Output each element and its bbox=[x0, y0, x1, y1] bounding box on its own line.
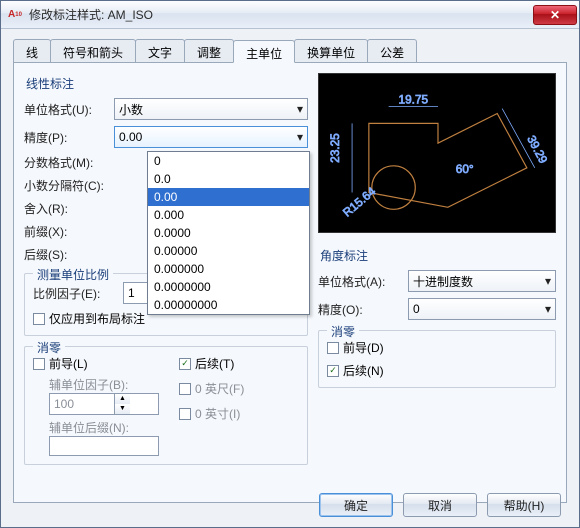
chevron-down-icon: ▾ bbox=[535, 274, 551, 288]
left-column: 线性标注 单位格式(U): 小数▾ 精度(P): 0.00▾ 分数格式(M): … bbox=[24, 73, 308, 492]
precision-option[interactable]: 0.000000 bbox=[148, 260, 309, 278]
button-row: 确定 取消 帮助(H) bbox=[319, 493, 561, 517]
svg-text:39.29: 39.29 bbox=[524, 133, 550, 166]
zero-group-title: 消零 bbox=[33, 339, 65, 356]
dialog-title: 修改标注样式: AM_ISO bbox=[29, 6, 533, 23]
precision-label: 精度(P): bbox=[24, 129, 114, 146]
ang-precision-label: 精度(O): bbox=[318, 301, 408, 318]
tab-lines[interactable]: 线 bbox=[13, 39, 51, 62]
prefix-label: 前缀(X): bbox=[24, 223, 114, 240]
ang-leading-checkbox[interactable]: 前导(D) bbox=[327, 339, 547, 356]
sub-factor-input bbox=[50, 397, 114, 411]
unit-format-select[interactable]: 小数 ▾ bbox=[114, 98, 308, 120]
precision-option[interactable]: 0.00000000 bbox=[148, 296, 309, 314]
layout-only-label: 仅应用到布局标注 bbox=[49, 310, 145, 327]
angular-group-title: 角度标注 bbox=[320, 247, 556, 264]
precision-option[interactable]: 0 bbox=[148, 152, 309, 170]
tab-pane: 线性标注 单位格式(U): 小数▾ 精度(P): 0.00▾ 分数格式(M): … bbox=[13, 63, 567, 503]
precision-dropdown[interactable]: 0 0.0 0.00 0.000 0.0000 0.00000 0.000000… bbox=[147, 151, 310, 315]
unit-format-value: 小数 bbox=[119, 101, 143, 118]
scale-group-title: 测量单位比例 bbox=[33, 266, 113, 283]
sub-suffix-label: 辅单位后缀(N): bbox=[49, 419, 159, 436]
ang-unit-select[interactable]: 十进制度数 ▾ bbox=[408, 270, 556, 292]
leading-checkbox[interactable]: 前导(L) bbox=[33, 355, 159, 372]
ang-precision-value: 0 bbox=[413, 302, 420, 316]
cancel-button[interactable]: 取消 bbox=[403, 493, 477, 517]
chevron-down-icon: ▾ bbox=[287, 102, 303, 116]
fraction-format-label: 分数格式(M): bbox=[24, 154, 114, 171]
ang-precision-select[interactable]: 0▾ bbox=[408, 298, 556, 320]
trailing-checkbox[interactable]: ✓ 后续(T) bbox=[179, 355, 299, 372]
checkbox-icon bbox=[179, 383, 191, 395]
sub-factor-label: 辅单位因子(B): bbox=[49, 376, 159, 393]
svg-text:60°: 60° bbox=[456, 162, 474, 176]
feet-checkbox: 0 英尺(F) bbox=[179, 380, 299, 397]
roundoff-label: 舍入(R): bbox=[24, 200, 114, 217]
feet-label: 0 英尺(F) bbox=[195, 380, 244, 397]
spinner-up-icon: ▲ bbox=[115, 394, 130, 404]
checkbox-icon bbox=[327, 342, 339, 354]
sub-factor-spinner: ▲▼ bbox=[49, 393, 159, 415]
inches-checkbox: 0 英寸(I) bbox=[179, 405, 299, 422]
svg-text:23.25: 23.25 bbox=[328, 133, 342, 163]
content-area: 线 符号和箭头 文字 调整 主单位 换算单位 公差 线性标注 单位格式(U): … bbox=[1, 29, 579, 527]
title-bar: A10 修改标注样式: AM_ISO ✕ bbox=[1, 1, 579, 29]
checkbox-icon bbox=[33, 358, 45, 370]
decimal-sep-label: 小数分隔符(C): bbox=[24, 177, 114, 194]
ang-trailing-checkbox[interactable]: ✓ 后续(N) bbox=[327, 362, 547, 379]
ang-zero-group: 消零 前导(D) ✓后续(N) bbox=[318, 330, 556, 388]
tab-tolerances[interactable]: 公差 bbox=[367, 39, 417, 62]
ang-trailing-label: 后续(N) bbox=[343, 362, 384, 379]
svg-text:R15.64: R15.64 bbox=[340, 184, 379, 220]
scale-factor-label: 比例因子(E): bbox=[33, 285, 123, 302]
ang-leading-label: 前导(D) bbox=[343, 339, 384, 356]
ang-unit-value: 十进制度数 bbox=[413, 273, 473, 290]
tab-symbols[interactable]: 符号和箭头 bbox=[50, 39, 136, 62]
preview-canvas: 19.75 23.25 39.29 R15.64 60° bbox=[318, 73, 556, 233]
precision-option[interactable]: 0.0000 bbox=[148, 224, 309, 242]
precision-option[interactable]: 0.0000000 bbox=[148, 278, 309, 296]
ok-button[interactable]: 确定 bbox=[319, 493, 393, 517]
precision-option[interactable]: 0.00000 bbox=[148, 242, 309, 260]
checkbox-icon bbox=[179, 408, 191, 420]
tab-alt-units[interactable]: 换算单位 bbox=[294, 39, 368, 62]
ang-unit-label: 单位格式(A): bbox=[318, 273, 408, 290]
tab-text[interactable]: 文字 bbox=[135, 39, 185, 62]
precision-option[interactable]: 0.0 bbox=[148, 170, 309, 188]
linear-group-title: 线性标注 bbox=[26, 75, 308, 92]
precision-option-selected[interactable]: 0.00 bbox=[148, 188, 309, 206]
tab-strip: 线 符号和箭头 文字 调整 主单位 换算单位 公差 bbox=[13, 39, 567, 63]
right-column: 19.75 23.25 39.29 R15.64 60° 角度标注 单位格式(A… bbox=[318, 73, 556, 492]
checkbox-icon: ✓ bbox=[327, 365, 339, 377]
leading-label: 前导(L) bbox=[49, 355, 88, 372]
sub-suffix-input bbox=[49, 436, 159, 456]
checkbox-icon bbox=[33, 313, 45, 325]
chevron-down-icon: ▾ bbox=[287, 130, 303, 144]
help-button[interactable]: 帮助(H) bbox=[487, 493, 561, 517]
tab-fit[interactable]: 调整 bbox=[184, 39, 234, 62]
svg-text:19.75: 19.75 bbox=[398, 93, 428, 107]
app-icon: A10 bbox=[7, 7, 23, 23]
precision-select[interactable]: 0.00 ▾ bbox=[114, 126, 308, 148]
inches-label: 0 英寸(I) bbox=[195, 405, 240, 422]
checkbox-icon: ✓ bbox=[179, 358, 191, 370]
suffix-label: 后缀(S): bbox=[24, 246, 114, 263]
ang-zero-title: 消零 bbox=[327, 323, 359, 340]
chevron-down-icon: ▾ bbox=[535, 302, 551, 316]
trailing-label: 后续(T) bbox=[195, 355, 234, 372]
dialog-root: A10 修改标注样式: AM_ISO ✕ 线 符号和箭头 文字 调整 主单位 换… bbox=[0, 0, 580, 528]
tab-primary-units[interactable]: 主单位 bbox=[233, 40, 295, 63]
precision-value: 0.00 bbox=[119, 130, 142, 144]
spinner-down-icon: ▼ bbox=[115, 404, 130, 414]
precision-option[interactable]: 0.000 bbox=[148, 206, 309, 224]
close-button[interactable]: ✕ bbox=[533, 5, 577, 25]
zero-suppress-group: 消零 前导(L) 辅单位因子(B): ▲▼ 辅单位后缀(N): bbox=[24, 346, 308, 465]
unit-format-label: 单位格式(U): bbox=[24, 101, 114, 118]
